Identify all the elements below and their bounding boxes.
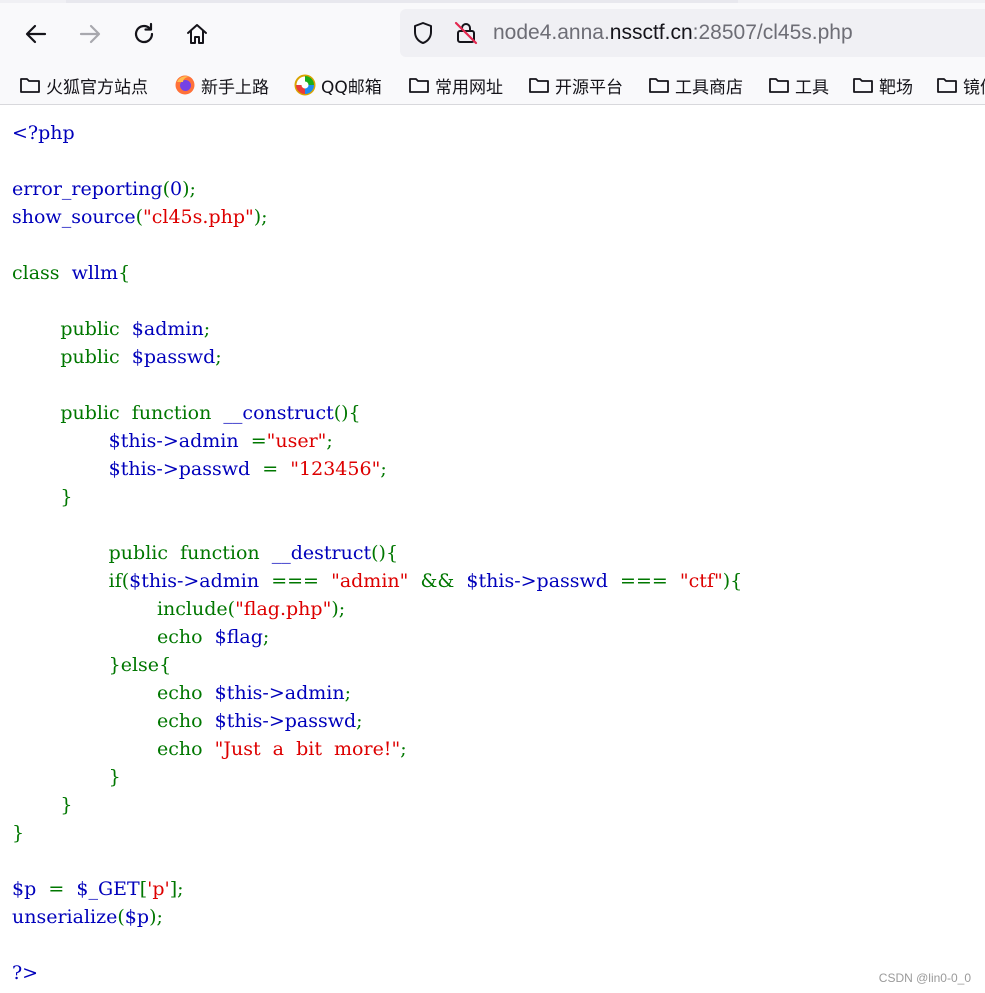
op-identical: === bbox=[620, 570, 668, 592]
kw-public: public bbox=[108, 542, 168, 564]
url-text[interactable]: node4.anna.nssctf.cn:28507/cl45s.php bbox=[493, 20, 853, 46]
op-and: && bbox=[420, 570, 455, 592]
shield-icon[interactable] bbox=[411, 21, 435, 50]
folder-icon bbox=[936, 74, 958, 96]
home-icon bbox=[184, 21, 210, 47]
this-admin: $this->admin bbox=[129, 570, 260, 592]
fn-show-source: show_source bbox=[12, 206, 136, 228]
kw-echo: echo bbox=[156, 626, 203, 648]
bookmark-tools[interactable]: 工具 bbox=[768, 66, 829, 104]
reload-button[interactable] bbox=[126, 16, 162, 52]
folder-icon bbox=[648, 74, 670, 96]
bookmark-label: 火狐官方站点 bbox=[46, 77, 148, 98]
folder-icon bbox=[768, 74, 790, 96]
kw-echo: echo bbox=[156, 738, 203, 760]
kw-public: public bbox=[60, 402, 120, 424]
bookmark-range[interactable]: 靶场 bbox=[852, 66, 913, 104]
folder-icon bbox=[19, 74, 41, 96]
this-admin: $this->admin bbox=[108, 430, 239, 452]
home-button[interactable] bbox=[179, 16, 215, 52]
kw-class: class bbox=[12, 262, 60, 284]
prop-admin: $admin bbox=[131, 318, 204, 340]
str-just-a-bit-more: "Just a bit more!" bbox=[214, 738, 401, 760]
kw-public: public bbox=[60, 346, 120, 368]
str-123456: "123456" bbox=[290, 458, 381, 480]
str-flag-php: "flag.php" bbox=[235, 598, 332, 620]
this-passwd: $this->passwd bbox=[466, 570, 608, 592]
folder-icon bbox=[852, 74, 874, 96]
bookmarks-bar: 火狐官方站点 新手上路 QQ邮箱 常用网址 开源平台 工具商店 工具 靶场 镜 bbox=[0, 66, 985, 105]
op-identical: === bbox=[271, 570, 319, 592]
bookmark-firefox-official[interactable]: 火狐官方站点 bbox=[19, 66, 148, 104]
php-source-view: <?php error_reporting(0); show_source("c… bbox=[0, 105, 985, 993]
show-source-arg: "cl45s.php" bbox=[143, 206, 254, 228]
reload-icon bbox=[131, 21, 157, 47]
kw-else: else bbox=[120, 654, 160, 676]
var-p: $p bbox=[12, 878, 37, 900]
url-path: :28507/cl45s.php bbox=[692, 21, 853, 44]
bookmark-qq-mail[interactable]: QQ邮箱 bbox=[294, 66, 382, 104]
folder-icon bbox=[408, 74, 430, 96]
kw-echo: echo bbox=[156, 682, 203, 704]
var-get: $_GET bbox=[76, 878, 140, 900]
bookmark-label: 新手上路 bbox=[201, 77, 269, 98]
url-host-domain: nssctf.cn bbox=[609, 21, 693, 44]
php-close-tag: ?> bbox=[12, 962, 39, 984]
address-bar[interactable]: node4.anna.nssctf.cn:28507/cl45s.php bbox=[400, 9, 985, 57]
this-passwd: $this->passwd bbox=[214, 710, 357, 732]
source-code: <?php error_reporting(0); show_source("c… bbox=[12, 122, 743, 984]
folder-icon bbox=[528, 74, 550, 96]
str-admin: "admin" bbox=[331, 570, 409, 592]
class-name: wllm bbox=[71, 262, 119, 284]
fn-error-reporting: error_reporting bbox=[12, 178, 163, 200]
str-ctf: "ctf" bbox=[679, 570, 723, 592]
bookmark-label: 常用网址 bbox=[435, 77, 503, 98]
prop-passwd: $passwd bbox=[131, 346, 216, 368]
csdn-watermark: CSDN @lin0-0_0 bbox=[878, 971, 971, 985]
this-passwd: $this->passwd bbox=[108, 458, 251, 480]
bookmark-open-source[interactable]: 开源平台 bbox=[528, 66, 623, 104]
str-user: "user" bbox=[266, 430, 327, 452]
bookmark-label: 镜像 bbox=[963, 77, 985, 98]
firefox-icon bbox=[174, 74, 196, 96]
forward-button[interactable] bbox=[72, 16, 108, 52]
fn-destruct: __destruct bbox=[271, 542, 372, 564]
url-host-prefix: node4.anna. bbox=[493, 21, 610, 44]
kw-function: function bbox=[180, 542, 260, 564]
fn-unserialize: unserialize bbox=[12, 906, 118, 928]
back-button[interactable] bbox=[18, 16, 54, 52]
fn-construct: __construct bbox=[223, 402, 334, 424]
bookmark-label: 开源平台 bbox=[555, 77, 623, 98]
php-open-tag: <?php bbox=[12, 122, 75, 144]
error-level: 0 bbox=[169, 178, 183, 200]
insecure-lock-icon[interactable] bbox=[453, 20, 479, 51]
bookmark-common-sites[interactable]: 常用网址 bbox=[408, 66, 503, 104]
active-tab-edge bbox=[66, 0, 738, 3]
qq-mail-icon bbox=[294, 74, 316, 96]
forward-arrow-icon bbox=[77, 21, 103, 47]
bookmark-mirror[interactable]: 镜像 bbox=[936, 66, 985, 104]
bookmark-tool-store[interactable]: 工具商店 bbox=[648, 66, 743, 104]
kw-include: include bbox=[156, 598, 228, 620]
bookmark-label: 工具商店 bbox=[675, 77, 743, 98]
kw-echo: echo bbox=[156, 710, 203, 732]
bookmark-getting-started[interactable]: 新手上路 bbox=[174, 66, 269, 104]
kw-function: function bbox=[131, 402, 212, 424]
bookmark-label: QQ邮箱 bbox=[321, 77, 382, 98]
kw-public: public bbox=[60, 318, 120, 340]
bookmark-label: 工具 bbox=[795, 77, 829, 98]
var-flag: $flag bbox=[214, 626, 263, 648]
back-arrow-icon bbox=[23, 21, 49, 47]
kw-if: if bbox=[108, 570, 122, 592]
bookmark-label: 靶场 bbox=[879, 77, 913, 98]
browser-toolbar: node4.anna.nssctf.cn:28507/cl45s.php bbox=[0, 0, 985, 66]
str-p: 'p' bbox=[147, 878, 170, 900]
var-p: $p bbox=[124, 906, 150, 928]
this-admin: $this->admin bbox=[214, 682, 345, 704]
